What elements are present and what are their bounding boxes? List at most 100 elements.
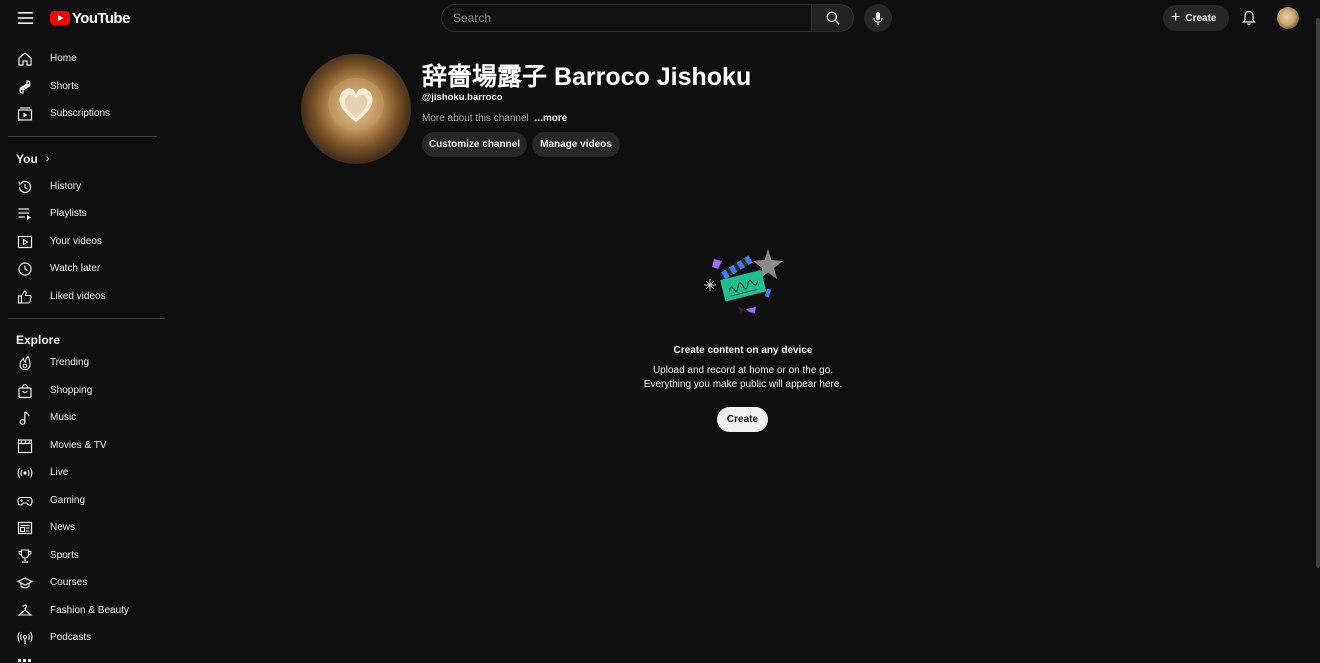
sidebar-item-label: Subscriptions <box>50 108 111 119</box>
music-note-icon <box>19 410 30 425</box>
channel-handle: @jishoku.barroco <box>422 92 503 103</box>
watch-later-icon <box>18 261 32 276</box>
sidebar-item-label: Gaming <box>50 495 86 506</box>
sidebar-item-partial[interactable] <box>17 658 33 663</box>
hanger-icon <box>17 603 33 616</box>
sidebar-item-label: Your videos <box>50 236 102 247</box>
sidebar-item-label: Sports <box>50 550 79 561</box>
create-button[interactable]: + Create <box>1163 5 1229 31</box>
sidebar-item-label: Podcasts <box>50 632 92 643</box>
sidebar-item-label: Movies & TV <box>50 440 107 451</box>
sidebar-item-shopping[interactable]: Shopping <box>8 377 158 404</box>
clapperboard-icon <box>17 438 33 453</box>
podcast-icon <box>17 631 33 644</box>
more-link[interactable]: ...more <box>535 113 568 124</box>
sidebar-item-label: News <box>50 522 76 533</box>
graduation-cap-icon <box>17 576 33 588</box>
voice-search-button[interactable] <box>864 4 892 32</box>
scrollbar-thumb[interactable] <box>1316 18 1320 568</box>
search-bar <box>441 4 854 32</box>
sidebar-item-live[interactable]: Live <box>8 459 158 486</box>
customize-channel-button[interactable]: Customize channel <box>422 132 527 157</box>
sidebar-section-you[interactable]: You › <box>16 152 49 166</box>
section-title-you: You <box>16 152 38 166</box>
sidebar-item-sports[interactable]: Sports <box>8 542 158 569</box>
empty-state-line-2: Everything you make public will appear h… <box>643 379 843 390</box>
shopping-bag-icon <box>18 383 32 398</box>
notifications-button[interactable] <box>1238 6 1260 30</box>
plus-icon: + <box>1171 9 1181 26</box>
sidebar: Home Shorts Subscriptions You › History … <box>0 36 170 663</box>
top-bar: YouTube + Create <box>0 0 1320 36</box>
playlists-icon <box>18 207 31 220</box>
shorts-icon <box>19 79 31 94</box>
sidebar-item-subscriptions[interactable]: Subscriptions <box>8 100 158 127</box>
sidebar-divider <box>8 318 165 319</box>
sidebar-section-explore: Explore <box>16 333 60 347</box>
sidebar-item-music[interactable]: Music <box>8 404 158 431</box>
sidebar-item-gaming[interactable]: Gaming <box>8 487 158 514</box>
search-input[interactable] <box>441 4 811 32</box>
sidebar-item-label: Trending <box>50 357 90 368</box>
trophy-icon <box>18 548 32 563</box>
channel-avatar[interactable] <box>301 54 411 164</box>
sidebar-item-label: Shorts <box>50 81 79 92</box>
subscriptions-icon <box>17 106 33 121</box>
sidebar-item-your-videos[interactable]: Your videos <box>8 228 158 255</box>
sidebar-divider <box>8 136 157 137</box>
youtube-play-logo-icon <box>50 11 70 25</box>
sidebar-item-label: Shopping <box>50 385 93 396</box>
sidebar-item-history[interactable]: History <box>8 173 158 200</box>
playables-icon <box>18 659 31 662</box>
trending-icon <box>19 355 31 370</box>
sidebar-item-label: Home <box>50 53 77 64</box>
guide-menu-button[interactable] <box>12 6 38 30</box>
create-button-label: Create <box>1185 12 1217 24</box>
latte-art-image <box>328 78 384 130</box>
empty-state-create-button[interactable]: Create <box>717 407 768 432</box>
sidebar-item-watch-later[interactable]: Watch later <box>8 255 158 282</box>
empty-state-description: Upload and record at home or on the go. … <box>600 364 886 392</box>
sidebar-item-label: Music <box>50 412 77 423</box>
newspaper-icon <box>17 521 33 534</box>
search-icon <box>826 11 840 25</box>
sidebar-item-fashion-beauty[interactable]: Fashion & Beauty <box>8 597 158 624</box>
channel-about[interactable]: More about this channel ...more <box>422 113 567 124</box>
sidebar-item-movies-tv[interactable]: Movies & TV <box>8 432 158 459</box>
thumbs-up-icon <box>17 289 32 304</box>
chevron-right-icon: › <box>45 153 50 165</box>
search-button[interactable] <box>811 4 854 32</box>
microphone-icon <box>873 11 883 25</box>
your-videos-icon <box>17 235 33 248</box>
page-scrollbar[interactable] <box>1316 0 1320 663</box>
sidebar-item-trending[interactable]: Trending <box>8 349 158 376</box>
section-title-explore: Explore <box>16 333 61 347</box>
empty-state-line-1: Upload and record at home or on the go. <box>652 365 834 376</box>
logo-text: YouTube <box>72 9 130 27</box>
channel-name: 辞嗇場露子 Barroco Jishoku <box>422 63 752 91</box>
create-content-illustration <box>704 249 783 313</box>
manage-videos-button[interactable]: Manage videos <box>532 132 620 157</box>
sidebar-item-news[interactable]: News <box>8 514 158 541</box>
home-icon <box>18 51 32 66</box>
sidebar-item-podcasts[interactable]: Podcasts <box>8 624 158 651</box>
sidebar-item-label: History <box>50 181 82 192</box>
hamburger-menu-icon <box>17 12 33 24</box>
game-controller-icon <box>17 496 33 506</box>
sidebar-item-label: Watch later <box>50 263 101 274</box>
sidebar-item-label: Courses <box>50 577 88 588</box>
sidebar-item-label: Fashion & Beauty <box>50 605 129 616</box>
channel-about-text: More about this channel <box>422 113 529 124</box>
sidebar-item-liked-videos[interactable]: Liked videos <box>8 283 158 310</box>
sidebar-item-playlists[interactable]: Playlists <box>8 200 158 227</box>
sidebar-item-shorts[interactable]: Shorts <box>8 73 158 100</box>
youtube-logo[interactable]: YouTube <box>50 9 130 27</box>
sidebar-item-label: Playlists <box>50 208 87 219</box>
sidebar-item-label: Liked videos <box>50 291 106 302</box>
account-avatar[interactable] <box>1277 7 1299 29</box>
history-icon <box>18 180 32 193</box>
sidebar-item-courses[interactable]: Courses <box>8 569 158 596</box>
sidebar-item-home[interactable]: Home <box>8 45 158 72</box>
bell-icon <box>1242 10 1256 26</box>
sidebar-item-label: Live <box>50 467 69 478</box>
